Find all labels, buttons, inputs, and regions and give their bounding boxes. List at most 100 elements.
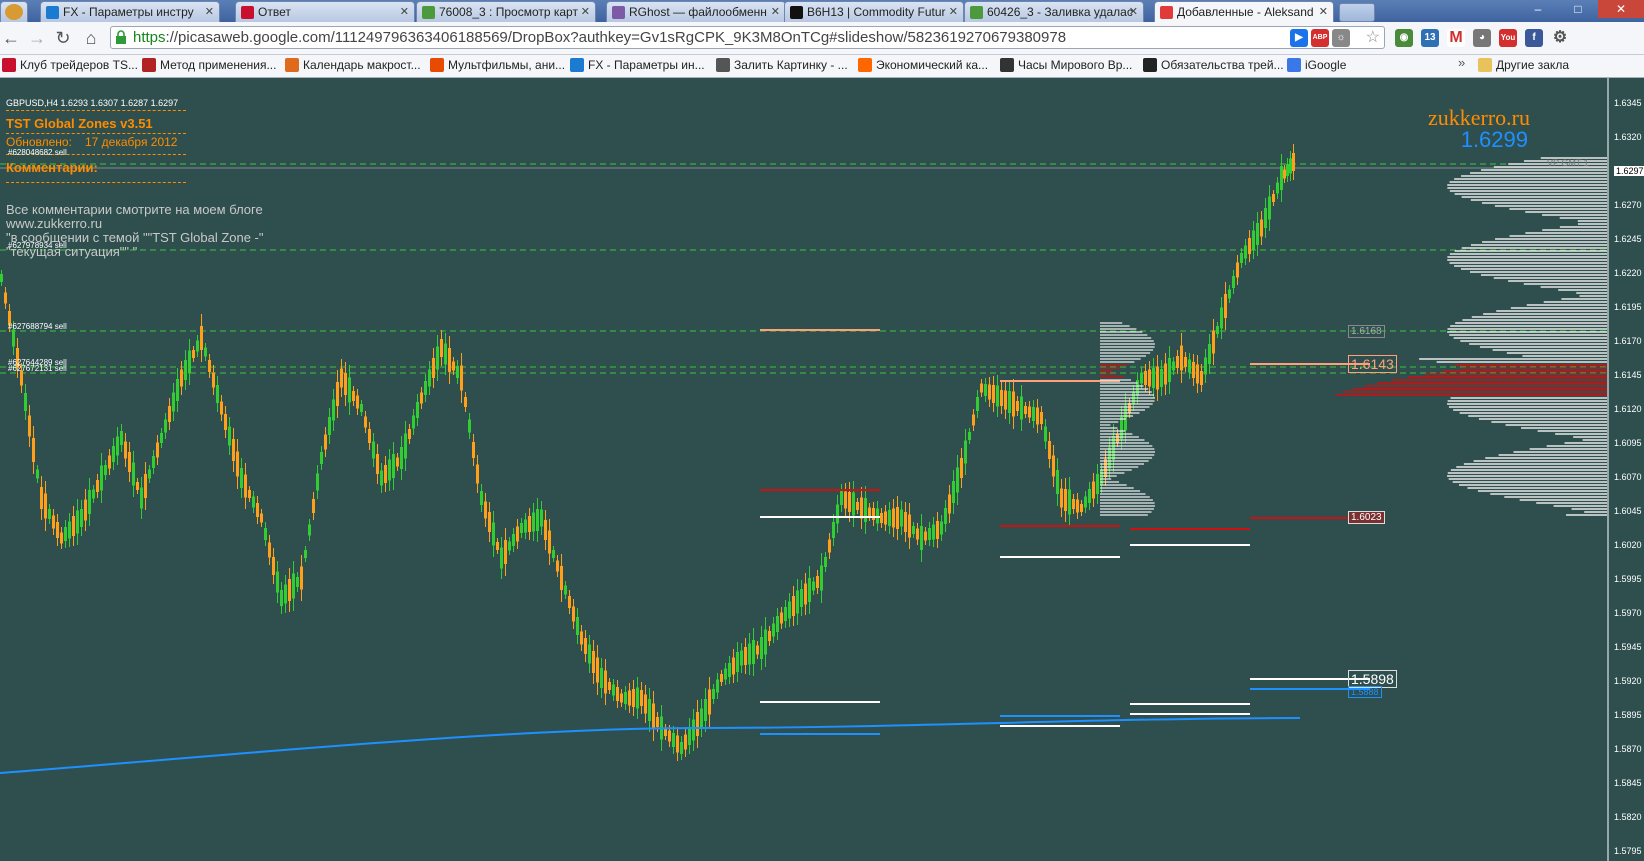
candle-body <box>968 432 971 440</box>
candle-body <box>308 524 311 536</box>
price-axis-tick: 1.6220 <box>1614 268 1642 278</box>
back-icon[interactable]: ← <box>0 27 22 49</box>
candle-body <box>1016 401 1019 411</box>
candle-body <box>652 703 655 729</box>
candle-body <box>132 462 135 486</box>
youtube-icon[interactable]: You <box>1499 29 1517 47</box>
candle-body <box>776 616 779 632</box>
order-label[interactable]: #627688794 sell <box>8 322 67 331</box>
address-bar[interactable]: https://picasaweb.google.com/11124979636… <box>110 26 1385 49</box>
tab[interactable]: RGhost — файлообменн ✕ <box>606 1 786 22</box>
candle-body <box>1140 372 1143 384</box>
tab[interactable]: 60426_3 - Заливка удалас ✕ <box>964 1 1144 22</box>
candle-body <box>740 650 743 666</box>
tab-close-icon[interactable]: ✕ <box>949 5 958 18</box>
bookmark-item[interactable]: Часы Мирового Вр... <box>1000 58 1132 72</box>
candle-body <box>408 429 411 439</box>
price-axis-tick: 1.6245 <box>1614 234 1642 244</box>
bookmark-item[interactable]: Залить Картинку - ... <box>716 58 848 72</box>
candle-body <box>1252 230 1255 250</box>
candle-body <box>564 585 567 595</box>
candle-body <box>24 393 27 411</box>
extension-translate-icon[interactable]: ▶ <box>1290 29 1308 47</box>
candle-body <box>1289 158 1292 174</box>
candle-body <box>348 377 351 403</box>
candle-body <box>352 391 355 401</box>
forward-icon[interactable]: → <box>26 27 48 49</box>
candle-body <box>1080 504 1083 512</box>
bookmark-item[interactable]: Метод применения... <box>142 58 276 72</box>
candle-body <box>64 527 67 541</box>
tab[interactable]: 76008_3 : Просмотр карт ✕ <box>416 1 596 22</box>
tab-label: Добавленные - Aleksand <box>1177 5 1314 19</box>
folder-icon <box>1478 58 1492 72</box>
facebook-icon[interactable]: f <box>1525 29 1543 47</box>
tab-close-icon[interactable]: ✕ <box>205 5 214 18</box>
candle-body <box>1240 253 1243 263</box>
extension-eye-icon[interactable]: ◉ <box>1395 29 1413 47</box>
candle-body <box>1272 194 1275 202</box>
candle-body <box>932 524 935 540</box>
tab-close-icon[interactable]: ✕ <box>400 5 409 18</box>
price-axis-tick: 1.6095 <box>1614 438 1642 448</box>
bookmark-item[interactable]: Клуб трейдеров TS... <box>2 58 138 72</box>
extension-globe-icon[interactable]: ◕ <box>1473 29 1491 47</box>
gmail-icon[interactable]: M <box>1447 29 1465 47</box>
candle-body <box>556 560 559 572</box>
extension-counter-icon[interactable]: 13 <box>1421 29 1439 47</box>
candle-body <box>824 557 827 567</box>
price-axis-tick: 1.6170 <box>1614 336 1642 346</box>
order-label[interactable]: #627672131 sell <box>8 364 67 373</box>
candle-body <box>576 617 579 635</box>
bookmark-item[interactable]: Обязательства трей... <box>1143 58 1284 72</box>
bookmarks-overflow-icon[interactable]: » <box>1458 55 1465 70</box>
candle-body <box>800 589 803 607</box>
tab-close-icon[interactable]: ✕ <box>1129 5 1138 18</box>
minimize-icon[interactable]: – <box>1518 0 1558 18</box>
candle-body <box>1144 371 1147 385</box>
candle-body <box>828 539 831 553</box>
home-icon[interactable]: ⌂ <box>80 27 102 49</box>
star-icon[interactable]: ☆ <box>1366 27 1380 48</box>
tab-close-icon[interactable]: ✕ <box>581 5 590 18</box>
price-axis-tick: 1.6270 <box>1614 200 1642 210</box>
candle-body <box>888 510 891 526</box>
order-label[interactable]: #627978934 sell <box>8 241 67 250</box>
tab[interactable]: Добавленные - Aleksand ✕ <box>1154 1 1334 22</box>
tab-close-icon[interactable]: ✕ <box>771 5 780 18</box>
candle-body <box>388 459 391 481</box>
candle-body <box>648 699 651 721</box>
maximize-icon[interactable]: □ <box>1558 0 1598 18</box>
candle-body <box>1204 357 1207 375</box>
tab[interactable]: B6H13 | Commodity Futur ✕ <box>784 1 964 22</box>
adblock-icon[interactable]: ABP <box>1311 29 1329 47</box>
bookmark-item[interactable]: Мультфильмы, ани... <box>430 58 565 72</box>
tab[interactable]: Ответ ✕ <box>235 1 415 22</box>
bookmark-item[interactable]: Экономический ка... <box>858 58 988 72</box>
reload-icon[interactable]: ↻ <box>52 27 74 49</box>
wrench-icon[interactable]: ⚙ <box>1551 29 1569 47</box>
bookmark-item[interactable]: Календарь макрост... <box>285 58 421 72</box>
trading-chart[interactable]: GBPUSD,H4 1.6293 1.6307 1.6287 1.6297 TS… <box>0 78 1644 861</box>
candle-body <box>620 693 623 703</box>
candle-body <box>672 733 675 747</box>
extension-bulb-icon[interactable]: ☼ <box>1332 29 1350 47</box>
bookmark-other[interactable]: Другие закла <box>1478 58 1569 72</box>
order-label[interactable]: #628048682 sell <box>8 148 67 157</box>
bookmark-item[interactable]: iGoogle <box>1287 58 1346 72</box>
candle-body <box>116 436 119 456</box>
bookmark-item[interactable]: FX - Параметры ин... <box>570 58 705 72</box>
candle-body <box>540 509 543 527</box>
candle-body <box>264 528 267 540</box>
tab[interactable]: FX - Параметры инстру ✕ <box>40 1 220 22</box>
candle-body <box>784 607 787 621</box>
window-close-icon[interactable]: ✕ <box>1598 0 1644 18</box>
bookmarks-bar: Клуб трейдеров TS... Метод применения... К… <box>0 55 1644 78</box>
tab-close-icon[interactable]: ✕ <box>1319 5 1328 18</box>
tab-label: FX - Параметры инстру <box>63 5 194 19</box>
price-axis-tick: 1.6020 <box>1614 540 1642 550</box>
candle-body <box>240 468 243 488</box>
candle-body <box>508 541 511 551</box>
profile-avatar[interactable] <box>0 1 28 22</box>
new-tab-button[interactable] <box>1339 3 1375 22</box>
